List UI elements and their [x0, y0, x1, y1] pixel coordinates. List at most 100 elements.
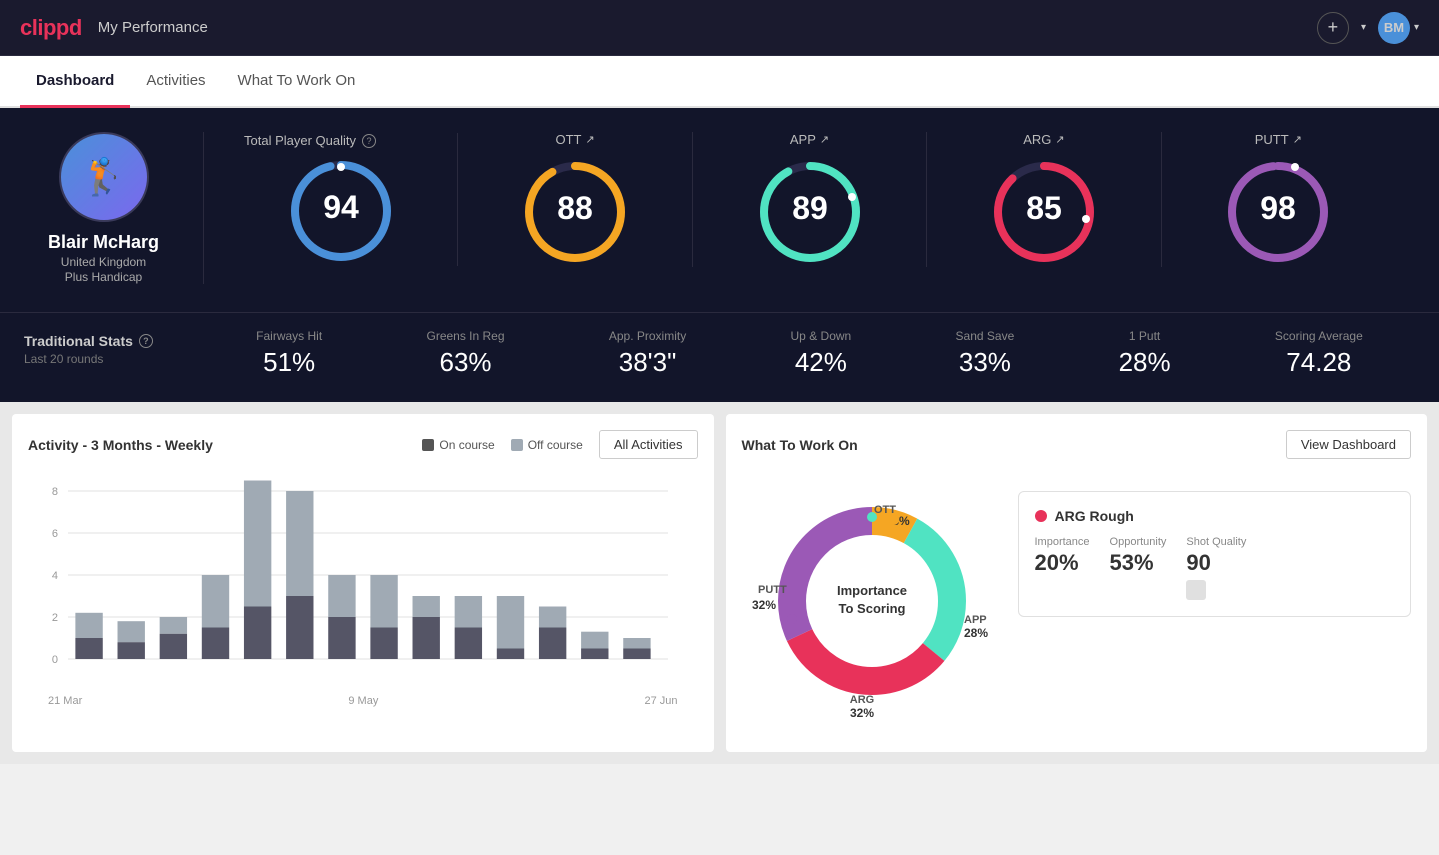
svg-text:89: 89: [792, 190, 828, 226]
svg-text:To Scoring: To Scoring: [838, 601, 905, 616]
total-quality-section: Total Player Quality ? 94: [224, 133, 458, 266]
total-quality-ring: 94: [286, 156, 396, 266]
tab-activities[interactable]: Activities: [130, 56, 221, 108]
svg-text:85: 85: [1026, 190, 1062, 226]
bar-on-6: [328, 617, 355, 659]
info-card-title: ARG Rough: [1035, 508, 1395, 524]
svg-text:4: 4: [52, 570, 58, 582]
player-handicap: Plus Handicap: [65, 270, 142, 284]
stat-item-1-putt: 1 Putt 28%: [1119, 329, 1171, 378]
donut-chart-svg: Importance To Scoring OTT 8% APP 28% ARG…: [742, 471, 1002, 731]
stats-info-icon[interactable]: ?: [139, 334, 153, 348]
arg-rough-dot: [1035, 510, 1047, 522]
svg-text:ARG: ARG: [849, 694, 873, 706]
putt-ring: 98: [1223, 157, 1333, 267]
bar-off-6: [328, 575, 355, 617]
logo: clippd: [20, 15, 82, 41]
svg-text:Importance: Importance: [836, 583, 906, 598]
svg-text:0: 0: [52, 654, 58, 666]
tab-dashboard[interactable]: Dashboard: [20, 56, 130, 108]
activity-legend: On course Off course All Activities: [422, 430, 697, 459]
stat-item-sand-save: Sand Save 33%: [956, 329, 1015, 378]
arg-section: ARG ↗ 85: [927, 132, 1161, 267]
svg-text:8: 8: [52, 486, 58, 498]
chevron-down-icon: ▾: [1361, 22, 1366, 33]
stat-item-greens-in-reg: Greens In Reg 63%: [426, 329, 504, 378]
ott-trend-icon: ↗: [586, 133, 595, 146]
bar-off-5: [286, 491, 313, 596]
opportunity-metric: Opportunity 53%: [1110, 536, 1167, 600]
svg-text:98: 98: [1261, 190, 1297, 226]
bar-on-5: [286, 596, 313, 659]
all-activities-button[interactable]: All Activities: [599, 430, 698, 459]
stat-item-app.-proximity: App. Proximity 38'3": [609, 329, 686, 378]
bar-off-9: [455, 596, 482, 628]
ott-ring: 88: [520, 157, 630, 267]
avatar: BM: [1378, 12, 1410, 44]
bar-off-3: [202, 575, 229, 628]
activity-panel-header: Activity - 3 Months - Weekly On course O…: [28, 430, 698, 459]
shot-quality-metric: Shot Quality 90: [1186, 536, 1246, 600]
bar-off-2: [160, 617, 187, 634]
scores-container: Total Player Quality ? 94 OTT ↗ 88: [204, 132, 1415, 267]
on-course-dot: [422, 439, 434, 451]
ott-label: OTT ↗: [556, 132, 595, 147]
avatar-initials: BM: [1384, 20, 1404, 35]
bar-on-10: [497, 649, 524, 660]
importance-metric: Importance 20%: [1035, 536, 1090, 600]
svg-text:2: 2: [52, 612, 58, 624]
putt-section: PUTT ↗ 98: [1162, 132, 1395, 267]
bar-on-1: [118, 642, 145, 659]
svg-text:PUTT: PUTT: [758, 584, 787, 596]
add-button[interactable]: +: [1317, 12, 1349, 44]
bar-on-9: [455, 628, 482, 660]
stat-item-scoring-average: Scoring Average 74.28: [1275, 329, 1363, 378]
info-icon[interactable]: ?: [362, 134, 376, 148]
x-label-0: 21 Mar: [48, 695, 82, 707]
work-on-content: Importance To Scoring OTT 8% APP 28% ARG…: [742, 471, 1412, 736]
work-on-header: What To Work On View Dashboard: [742, 430, 1412, 459]
bar-on-12: [581, 649, 608, 660]
bar-off-7: [370, 575, 397, 628]
bar-off-4: [244, 481, 271, 607]
bar-off-0: [75, 613, 102, 638]
stats-title: Traditional Stats ?: [24, 333, 204, 349]
what-to-work-on-panel: What To Work On View Dashboard: [726, 414, 1428, 752]
plus-icon: +: [1328, 17, 1339, 38]
bar-on-2: [160, 634, 187, 659]
chart-x-labels: 21 Mar 9 May 27 Jun: [28, 691, 698, 707]
app-ring: 89: [755, 157, 865, 267]
avatar: 🏌️: [59, 132, 149, 222]
shot-quality-badge: [1186, 580, 1206, 600]
off-course-dot: [511, 439, 523, 451]
bar-on-13: [623, 649, 650, 660]
bar-off-11: [539, 607, 566, 628]
bar-on-11: [539, 628, 566, 660]
view-dashboard-button[interactable]: View Dashboard: [1286, 430, 1411, 459]
app-trend-icon: ↗: [820, 133, 829, 146]
avatar-chevron-icon: ▾: [1414, 22, 1419, 33]
svg-text:88: 88: [557, 190, 593, 226]
total-quality-label: Total Player Quality ?: [234, 133, 376, 148]
bar-on-7: [370, 628, 397, 660]
bar-off-13: [623, 638, 650, 649]
off-course-legend: Off course: [511, 438, 583, 452]
tab-what-to-work-on[interactable]: What To Work On: [222, 56, 372, 108]
svg-text:APP: APP: [964, 614, 987, 626]
arg-trend-icon: ↗: [1055, 133, 1064, 146]
svg-text:94: 94: [323, 189, 359, 225]
bar-off-1: [118, 621, 145, 642]
player-info: 🏌️ Blair McHarg United Kingdom Plus Hand…: [24, 132, 204, 284]
arg-ring: 85: [989, 157, 1099, 267]
on-course-legend: On course: [422, 438, 494, 452]
avatar-button[interactable]: BM ▾: [1378, 12, 1419, 44]
svg-text:32%: 32%: [849, 706, 873, 720]
activity-panel: Activity - 3 Months - Weekly On course O…: [12, 414, 714, 752]
bar-on-0: [75, 638, 102, 659]
activity-chart-svg: 8 6 4 2 0: [28, 471, 698, 691]
header-title: My Performance: [98, 19, 208, 36]
work-on-title: What To Work On: [742, 437, 858, 453]
main-tabs: Dashboard Activities What To Work On: [0, 56, 1439, 108]
stats-subtitle: Last 20 rounds: [24, 352, 204, 366]
bar-on-4: [244, 607, 271, 660]
